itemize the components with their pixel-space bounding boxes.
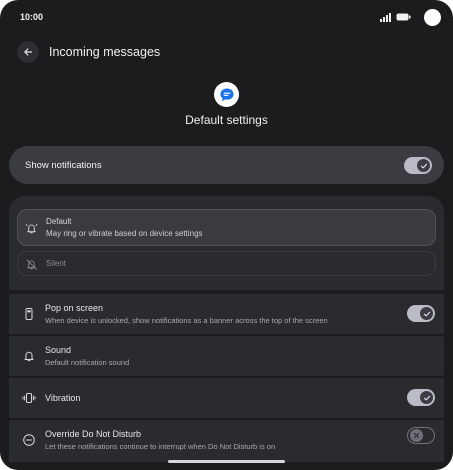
camera-cutout bbox=[424, 8, 441, 26]
messages-app-icon bbox=[220, 88, 233, 101]
channel-title: Default settings bbox=[185, 113, 268, 127]
page-title: Incoming messages bbox=[49, 45, 161, 59]
alert-options-card: Default May ring or vibrate based on dev… bbox=[9, 196, 444, 290]
alert-option-default[interactable]: Default May ring or vibrate based on dev… bbox=[17, 209, 436, 246]
settings-screen: 10:00 Incoming messages Default settings… bbox=[0, 0, 453, 470]
bell-icon bbox=[24, 351, 34, 362]
close-icon bbox=[413, 432, 420, 439]
phone-banner-icon bbox=[25, 308, 33, 320]
signal-icon bbox=[380, 12, 391, 22]
check-icon bbox=[420, 163, 427, 168]
top-app-bar: Incoming messages bbox=[17, 40, 160, 64]
alert-option-title: Default bbox=[46, 217, 72, 226]
pop-on-screen-title: Pop on screen bbox=[45, 303, 104, 313]
bell-ring-icon bbox=[25, 224, 38, 234]
show-notifications-label: Show notifications bbox=[25, 160, 102, 171]
arrow-left-icon bbox=[24, 48, 33, 56]
sound-subtitle: Default notification sound bbox=[45, 358, 130, 367]
override-dnd-title: Override Do Not Disturb bbox=[45, 429, 142, 439]
sound-row[interactable]: Sound Default notification sound bbox=[9, 336, 444, 376]
pop-on-screen-subtitle: When device is unlocked, show notificati… bbox=[45, 316, 328, 325]
pop-on-screen-row[interactable]: Pop on screen When device is unlocked, s… bbox=[9, 294, 444, 334]
check-icon bbox=[423, 395, 430, 400]
do-not-disturb-icon bbox=[23, 434, 35, 446]
override-dnd-subtitle: Let these notifications continue to inte… bbox=[45, 442, 276, 451]
status-bar: 10:00 bbox=[0, 0, 453, 34]
vibration-title: Vibration bbox=[45, 393, 81, 403]
status-time: 10:00 bbox=[20, 12, 44, 22]
vibration-row[interactable]: Vibration bbox=[9, 378, 444, 418]
alert-option-silent[interactable]: Silent bbox=[17, 251, 436, 276]
toggle-knob bbox=[417, 159, 430, 172]
sound-title: Sound bbox=[45, 345, 72, 355]
show-notifications-toggle[interactable] bbox=[404, 157, 432, 174]
override-dnd-row[interactable]: Override Do Not Disturb Let these notifi… bbox=[9, 420, 444, 462]
toggle-knob bbox=[420, 307, 433, 320]
vibrate-icon bbox=[22, 393, 36, 403]
show-notifications-row[interactable]: Show notifications bbox=[9, 146, 444, 184]
check-icon bbox=[423, 311, 430, 316]
vibration-toggle[interactable] bbox=[407, 389, 435, 406]
status-icons bbox=[380, 8, 441, 26]
alert-option-title: Silent bbox=[46, 259, 67, 268]
toggle-knob bbox=[410, 429, 423, 442]
app-icon bbox=[214, 82, 239, 107]
back-button[interactable] bbox=[17, 41, 39, 63]
alert-option-subtitle: May ring or vibrate based on device sett… bbox=[46, 229, 203, 238]
pop-on-screen-toggle[interactable] bbox=[407, 305, 435, 322]
override-dnd-toggle[interactable] bbox=[407, 427, 435, 444]
gesture-home-bar[interactable] bbox=[168, 460, 285, 463]
battery-icon bbox=[396, 13, 411, 21]
bell-off-icon bbox=[26, 259, 37, 270]
toggle-knob bbox=[420, 391, 433, 404]
